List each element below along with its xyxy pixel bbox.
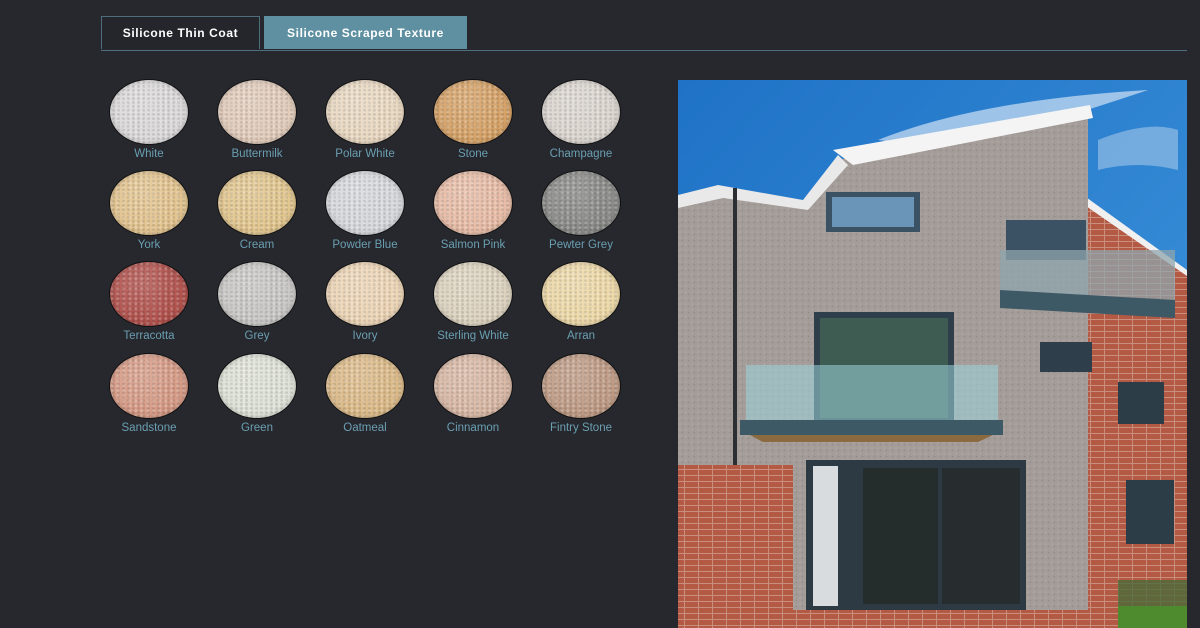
swatch-label: Sterling White: [437, 330, 509, 342]
swatch-pewter-grey[interactable]: Pewter Grey: [536, 169, 626, 254]
swatch-texture-disc: [542, 80, 620, 144]
swatch-texture-disc: [542, 171, 620, 235]
swatch-green[interactable]: Green: [212, 352, 302, 437]
swatch-texture-disc: [434, 80, 512, 144]
swatch-texture-disc: [326, 262, 404, 326]
house-illustration: [678, 80, 1187, 628]
swatch-texture-disc: [434, 262, 512, 326]
swatch-label: York: [137, 239, 161, 251]
swatch-label: Grey: [244, 330, 270, 342]
swatch-texture-disc: [110, 171, 188, 235]
texture-tabs: Silicone Thin Coat Silicone Scraped Text…: [101, 16, 1187, 51]
swatch-texture-disc: [434, 354, 512, 418]
balcony-underside: [750, 435, 993, 442]
balcony-middle: [740, 420, 1003, 435]
swatch-label: Sandstone: [121, 422, 177, 434]
door-glass-right: [942, 468, 1020, 604]
swatch-label: Fintry Stone: [550, 422, 612, 434]
swatch-label: Polar White: [335, 148, 395, 160]
swatch-label: Terracotta: [123, 330, 175, 342]
swatch-texture-disc: [218, 171, 296, 235]
swatch-white[interactable]: White: [104, 78, 194, 163]
swatch-texture-disc: [110, 262, 188, 326]
swatch-sandstone[interactable]: Sandstone: [104, 352, 194, 437]
swatch-texture-disc: [218, 80, 296, 144]
swatch-label: Salmon Pink: [440, 239, 506, 251]
swatch-cinnamon[interactable]: Cinnamon: [428, 352, 518, 437]
tab-silicone-thin-coat[interactable]: Silicone Thin Coat: [101, 16, 260, 49]
tab-silicone-scraped-texture[interactable]: Silicone Scraped Texture: [264, 16, 467, 49]
swatch-polar-white[interactable]: Polar White: [320, 78, 410, 163]
window-small: [1040, 342, 1092, 372]
swatch-texture-disc: [326, 171, 404, 235]
swatch-label: Powder Blue: [332, 239, 398, 251]
window-glass: [832, 197, 914, 227]
glass-balustrade-middle: [746, 365, 998, 420]
swatch-arran[interactable]: Arran: [536, 260, 626, 345]
window-brick-upper: [1118, 382, 1164, 424]
swatch-champagne[interactable]: Champagne: [536, 78, 626, 163]
swatch-texture-disc: [326, 80, 404, 144]
door-glass-side: [813, 466, 838, 606]
house-preview-image: [678, 80, 1187, 628]
swatch-texture-disc: [110, 354, 188, 418]
swatch-label: Champagne: [549, 148, 613, 160]
swatch-texture-disc: [218, 354, 296, 418]
swatch-texture-disc: [326, 354, 404, 418]
swatch-label: Cinnamon: [446, 422, 500, 434]
swatch-label: Green: [241, 422, 273, 434]
door-glass-left: [863, 468, 938, 604]
swatch-label: White: [134, 148, 164, 160]
window-brick-lower: [1126, 480, 1174, 544]
swatch-powder-blue[interactable]: Powder Blue: [320, 169, 410, 254]
swatch-label: Arran: [566, 330, 596, 342]
swatch-fintry-stone[interactable]: Fintry Stone: [536, 352, 626, 437]
swatch-cream[interactable]: Cream: [212, 169, 302, 254]
swatch-stone[interactable]: Stone: [428, 78, 518, 163]
swatch-label: Stone: [457, 148, 489, 160]
swatch-texture-disc: [218, 262, 296, 326]
swatch-texture-disc: [434, 171, 512, 235]
brick-plinth: [788, 610, 1118, 628]
swatch-texture-disc: [110, 80, 188, 144]
swatch-label: Pewter Grey: [549, 239, 613, 251]
swatch-texture-disc: [542, 354, 620, 418]
swatch-buttermilk[interactable]: Buttermilk: [212, 78, 302, 163]
swatch-york[interactable]: York: [104, 169, 194, 254]
swatch-terracotta[interactable]: Terracotta: [104, 260, 194, 345]
swatch-salmon-pink[interactable]: Salmon Pink: [428, 169, 518, 254]
swatch-label: Ivory: [352, 330, 378, 342]
swatch-grey[interactable]: Grey: [212, 260, 302, 345]
swatch-oatmeal[interactable]: Oatmeal: [320, 352, 410, 437]
shrubs: [1118, 580, 1187, 606]
swatch-label: Oatmeal: [343, 422, 387, 434]
lawn: [1118, 606, 1187, 628]
swatch-sterling-white[interactable]: Sterling White: [428, 260, 518, 345]
brick-base-left: [678, 465, 793, 628]
swatch-label: Buttermilk: [231, 148, 283, 160]
swatch-label: Cream: [239, 239, 275, 251]
swatch-ivory[interactable]: Ivory: [320, 260, 410, 345]
swatch-texture-disc: [542, 262, 620, 326]
